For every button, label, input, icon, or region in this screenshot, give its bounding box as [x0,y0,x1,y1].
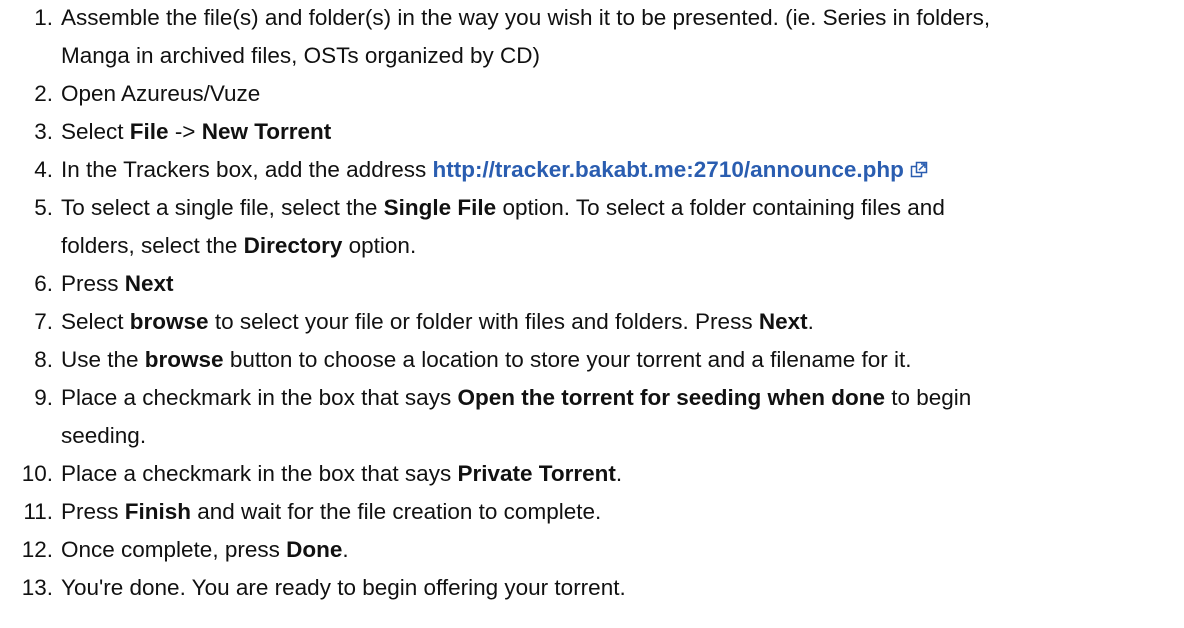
instruction-list: 1. Assemble the file(s) and folder(s) in… [0,0,1184,628]
step-11: 11. Press Finish and wait for the file c… [23,497,602,527]
step-text: You're done. You are ready to begin offe… [61,575,626,600]
step-text: Use the [61,347,145,372]
step-5-line-1: 5. To select a single file, select the S… [34,193,945,223]
step-text: Place a checkmark in the box that says [61,461,458,486]
step-text: folders, select the [61,233,244,258]
step-text: -> [168,119,202,144]
step-number: 6. [34,271,53,296]
step-text: To select a single file, select the [61,195,384,220]
step-text: Press [61,499,125,524]
step-text: and wait for the file creation to comple… [191,499,602,524]
bold-term: Finish [124,499,192,524]
step-10: 10. Place a checkmark in the box that sa… [22,459,623,489]
step-1-line-1: 1. Assemble the file(s) and folder(s) in… [34,3,991,33]
bold-term: browse [144,347,224,372]
step-text: Once complete, press [61,537,287,562]
step-8: 8. Use the browse button to choose a loc… [34,345,912,375]
bold-term: Next [758,309,808,334]
step-text: Manga in archived files, OSTs organized … [61,43,540,68]
step-number: 13. [21,575,53,600]
step-4: 4. In the Trackers box, add the address … [34,155,928,185]
step-text: button to choose a location to store you… [223,347,912,372]
bold-term: File [129,119,169,144]
step-text: option. [342,233,417,258]
step-number: 7. [34,309,53,334]
step-12: 12. Once complete, press Done. [22,535,349,565]
step-number: 1. [34,5,53,30]
step-number: 10. [21,461,53,486]
step-number: 11. [23,499,53,524]
step-number: 2. [34,81,53,106]
bold-term: Open the torrent for seeding when done [457,385,885,410]
step-text: . [342,537,349,562]
step-number: 3. [34,119,53,144]
step-text: Open Azureus/Vuze [61,81,261,106]
step-number: 5. [34,195,53,220]
step-6: 6. Press Next [34,269,174,299]
step-13: 13. You're done. You are ready to begin … [22,573,626,603]
step-text: Select [61,119,130,144]
bold-term: Directory [243,233,343,258]
step-text: Select [61,309,130,334]
step-text: option. To select a folder containing fi… [496,195,945,220]
bold-term: Private Torrent [457,461,616,486]
step-2: 2. Open Azureus/Vuze [34,79,261,109]
step-text: Assemble the file(s) and folder(s) in th… [61,5,991,30]
bold-term: New Torrent [201,119,332,144]
step-text: Place a checkmark in the box that says [61,385,458,410]
step-text: to begin [884,385,972,410]
external-link-icon[interactable] [910,157,928,178]
step-number: 8. [34,347,53,372]
step-9-line-1: 9. Place a checkmark in the box that say… [34,383,972,413]
step-text: . [807,309,814,334]
bold-term: Done [286,537,343,562]
step-text: Press [61,271,125,296]
step-text: seeding. [61,423,147,448]
step-text: to select your file or folder with files… [208,309,759,334]
bold-term: Single File [383,195,497,220]
tracker-url-link[interactable]: http://tracker.bakabt.me:2710/announce.p… [432,157,903,182]
step-1-line-2: Manga in archived files, OSTs organized … [61,41,540,71]
step-9-line-2: seeding. [61,421,146,451]
step-number: 9. [34,385,53,410]
step-number: 12. [21,537,53,562]
step-text: . [615,461,623,486]
step-number: 4. [34,157,53,182]
step-5-line-2: folders, select the Directory option. [61,231,416,261]
step-3: 3. Select File -> New Torrent [34,117,332,147]
bold-term: Next [124,271,174,296]
step-7: 7. Select browse to select your file or … [34,307,814,337]
step-text: In the Trackers box, add the address [61,157,433,182]
bold-term: browse [129,309,209,334]
